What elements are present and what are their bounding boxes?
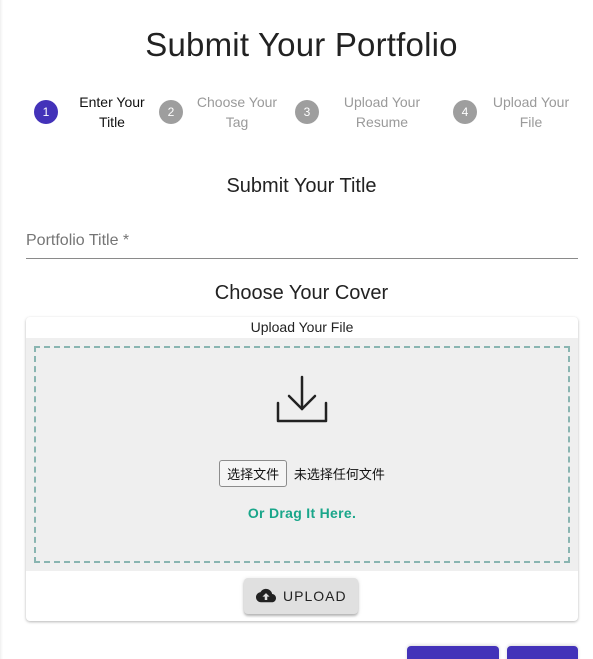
drag-hint-text: Or Drag It Here. <box>247 505 357 521</box>
choose-cover-heading: Choose Your Cover <box>214 282 389 304</box>
step-number-2: 2 <box>159 100 183 124</box>
portfolio-submit-page: Submit Your Portfolio 1 Enter Your Title… <box>0 0 593 659</box>
upload-card: Upload Your File 选择文件 未选择任何文件 Or Drag It… <box>26 317 578 621</box>
next-button[interactable] <box>507 646 578 659</box>
submit-title-heading: Submit Your Title <box>226 175 377 197</box>
download-icon <box>276 375 328 423</box>
cloud-upload-icon <box>256 588 276 603</box>
upload-button-label: UPLOAD <box>283 588 347 604</box>
file-input-row: 选择文件 未选择任何文件 <box>26 460 578 487</box>
step-upload-resume[interactable]: 3 Upload Your Resume <box>295 92 427 132</box>
file-drop-zone[interactable]: 选择文件 未选择任何文件 Or Drag It Here. <box>26 338 578 571</box>
portfolio-title-field[interactable]: Portfolio Title * <box>26 226 582 259</box>
stepper: 1 Enter Your Title 2 Choose Your Tag 3 U… <box>26 92 578 132</box>
back-button[interactable] <box>407 646 499 659</box>
file-status-text: 未选择任何文件 <box>293 468 385 483</box>
upload-button[interactable]: UPLOAD <box>244 578 358 614</box>
step-label-upload-resume: Upload Your Resume <box>343 94 421 130</box>
step-choose-tag[interactable]: 2 Choose Your Tag <box>159 92 284 132</box>
step-label-upload-file: Upload Your File <box>492 94 570 130</box>
step-label-enter-title: Enter Your Title <box>79 94 145 130</box>
page-title: Submit Your Portfolio <box>145 26 458 63</box>
step-number-1: 1 <box>34 100 58 124</box>
step-number-3: 3 <box>295 100 319 124</box>
page-edge-shadow <box>0 0 3 659</box>
upload-card-title: Upload Your File <box>250 319 354 335</box>
choose-file-button[interactable]: 选择文件 <box>219 460 288 487</box>
step-label-choose-tag: Choose Your Tag <box>196 94 278 130</box>
step-enter-title[interactable]: 1 Enter Your Title <box>34 92 154 132</box>
step-upload-file[interactable]: 4 Upload Your File <box>453 92 578 132</box>
step-number-4: 4 <box>453 100 477 124</box>
portfolio-title-input[interactable] <box>26 226 582 258</box>
